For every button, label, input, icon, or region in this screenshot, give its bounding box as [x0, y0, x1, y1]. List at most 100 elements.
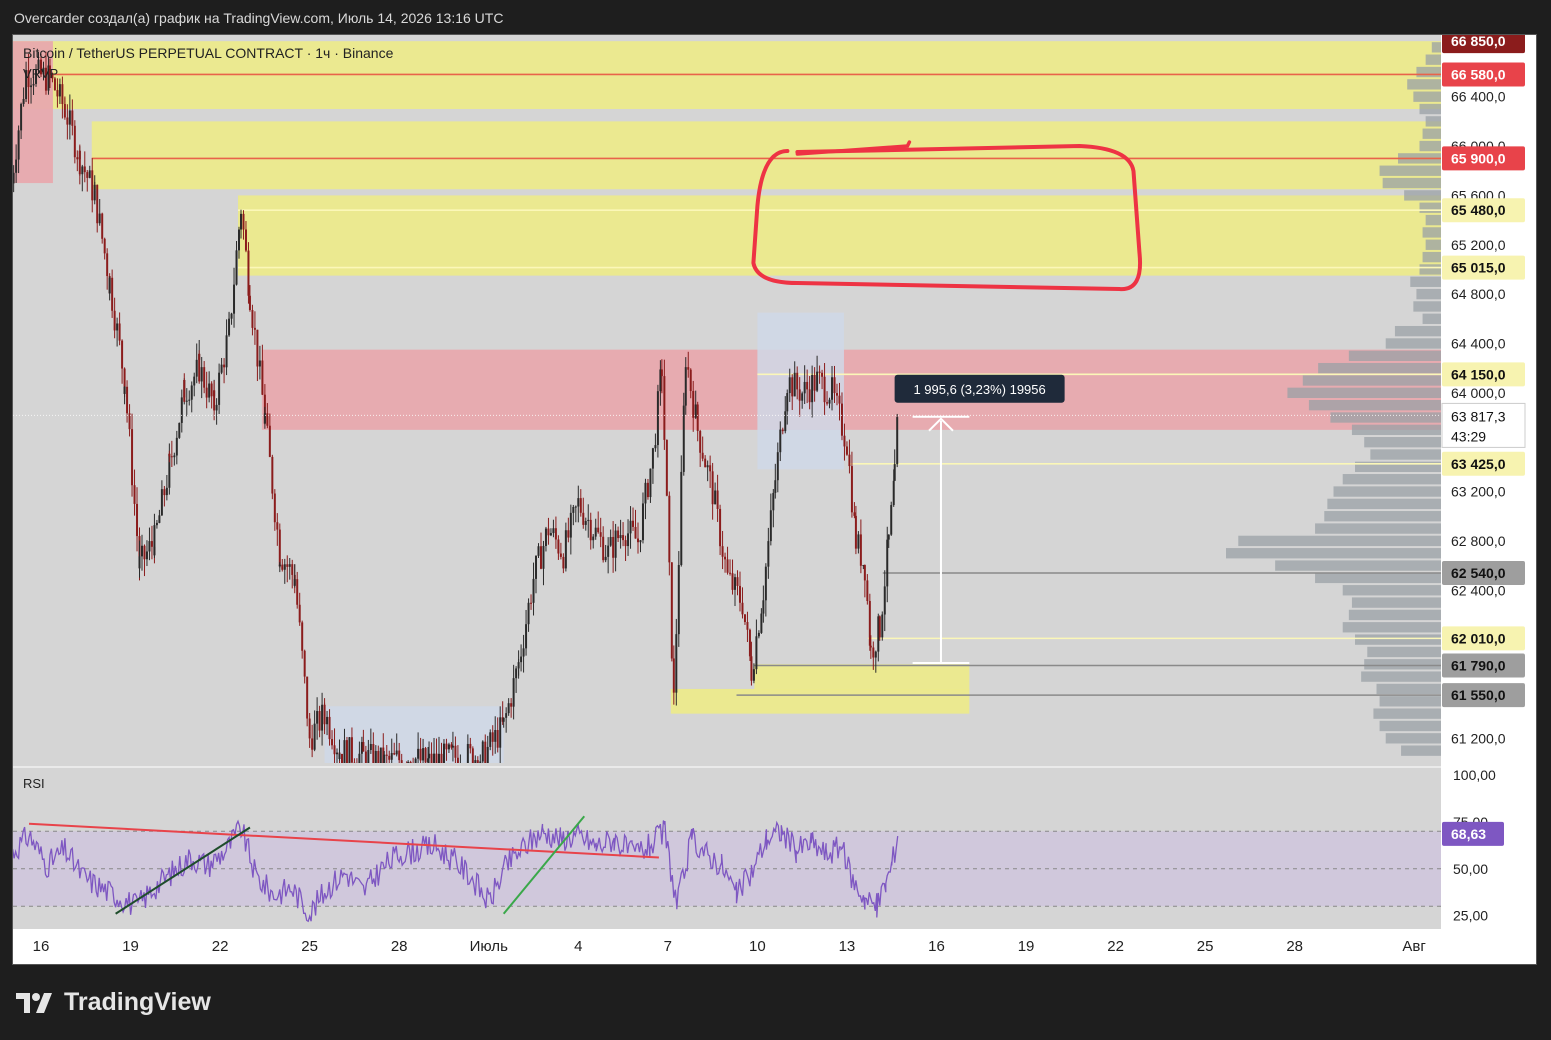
candle-body — [165, 487, 168, 496]
volume-profile-bar — [1275, 560, 1441, 571]
candle-body — [311, 738, 314, 750]
candle-body — [721, 546, 724, 557]
tradingview-logo[interactable]: TradingView — [16, 988, 211, 1017]
x-tick-label: Авг — [1402, 938, 1426, 955]
volume-profile-bar — [1385, 338, 1441, 349]
candle-body — [831, 377, 834, 400]
x-tick-label: 10 — [749, 938, 766, 955]
volume-profile-bar — [1416, 288, 1441, 300]
candle-body — [689, 369, 692, 392]
candle-body — [133, 485, 136, 504]
candle-body — [680, 471, 683, 566]
candle-body — [602, 536, 605, 561]
candle-body — [639, 540, 642, 543]
price-label: 66 580,0 — [1442, 62, 1525, 87]
candle-body — [328, 716, 331, 740]
candle-body — [544, 528, 547, 546]
candle-body — [512, 678, 515, 707]
chart-frame[interactable]: 1 995,6 (3,23%) 19956 66 400,0 66 000,0 65 … — [12, 34, 1537, 965]
price-label-text: 65 480,0 — [1451, 202, 1506, 218]
candle-body — [193, 376, 196, 386]
vrvp-indicator-label[interactable]: VRVP — [23, 66, 58, 81]
price-label-text: 63 425,0 — [1451, 456, 1506, 472]
yellow-zone — [91, 121, 1441, 190]
volume-profile-bar — [1376, 683, 1441, 695]
candle-body — [826, 402, 829, 404]
candle-body — [881, 614, 884, 638]
candle-body — [86, 172, 89, 178]
candle-body — [589, 519, 592, 541]
volume-profile-bar — [1407, 79, 1441, 90]
candle-body — [494, 730, 497, 742]
x-tick-label: 19 — [122, 938, 139, 955]
price-label-text: 64 150,0 — [1451, 366, 1506, 382]
candle-body — [746, 622, 749, 630]
price-label: 61 550,0 — [1442, 683, 1525, 708]
y-tick-label: 62 800,0 — [1451, 533, 1506, 549]
candle-body — [614, 530, 617, 558]
candle-body — [584, 521, 587, 525]
candle-body — [838, 395, 841, 404]
candle-body — [617, 530, 620, 539]
candle-body — [362, 742, 365, 752]
candle-body — [220, 364, 223, 373]
candle-body — [438, 753, 440, 763]
y-tick-label: 64 800,0 — [1451, 286, 1506, 302]
candle-body — [71, 110, 74, 126]
x-tick-label: 22 — [1107, 938, 1124, 955]
candle-body — [801, 393, 804, 401]
yellow-zone — [238, 195, 1441, 276]
candle-body — [281, 564, 284, 570]
candle-body — [491, 732, 494, 742]
volume-profile-bar — [1410, 276, 1441, 287]
candle-body — [816, 371, 819, 391]
candle-body — [887, 534, 890, 540]
volume-profile-bar — [1324, 511, 1441, 522]
volume-profile-bar — [1425, 239, 1441, 250]
price-chart[interactable]: 1 995,6 (3,23%) 1995666 400,066 000,065 … — [13, 35, 1536, 964]
candle-body — [138, 556, 141, 569]
candle-body — [539, 546, 542, 569]
candle-body — [148, 541, 151, 552]
price-label-text: 62 010,0 — [1451, 630, 1506, 646]
candle-body — [729, 572, 732, 574]
candle-body — [896, 417, 899, 465]
candle-body — [474, 760, 477, 763]
candle-body — [609, 536, 612, 546]
candle-body — [93, 190, 96, 201]
volume-profile-bar — [1379, 720, 1441, 732]
y-tick-label: 63 200,0 — [1451, 484, 1506, 500]
candle-body — [345, 740, 348, 763]
candle-body — [412, 768, 414, 771]
y-tick-label: 64 400,0 — [1451, 335, 1506, 351]
candle-body — [395, 750, 398, 755]
candle-body — [828, 399, 831, 404]
candle-body — [779, 429, 782, 453]
candle-body — [716, 490, 719, 509]
red-zone — [261, 349, 1441, 430]
candle-body — [430, 753, 433, 763]
candle-body — [103, 238, 106, 254]
candle-body — [853, 512, 856, 516]
candle-body — [738, 585, 741, 603]
candle-body — [892, 480, 895, 506]
candle-body — [549, 533, 552, 536]
volume-profile-bar — [1413, 301, 1441, 312]
candle-body — [796, 372, 799, 390]
price-label-text: 62 540,0 — [1451, 565, 1506, 581]
candle-body — [66, 117, 69, 125]
candle-body — [654, 445, 657, 449]
candle-body — [422, 748, 425, 761]
candle-body — [660, 369, 663, 377]
candle-body — [333, 745, 336, 755]
volume-profile-bar — [1318, 362, 1441, 374]
candle-body — [58, 84, 61, 97]
candle-body — [599, 532, 602, 537]
rsi-indicator-label[interactable]: RSI — [23, 776, 45, 791]
x-tick-label: Июль — [470, 938, 508, 955]
candle-body — [143, 545, 146, 560]
price-label: 61 790,0 — [1442, 653, 1525, 678]
candle-body — [579, 498, 582, 513]
volume-profile-bar — [1404, 190, 1441, 201]
volume-profile-bar — [1373, 708, 1441, 719]
